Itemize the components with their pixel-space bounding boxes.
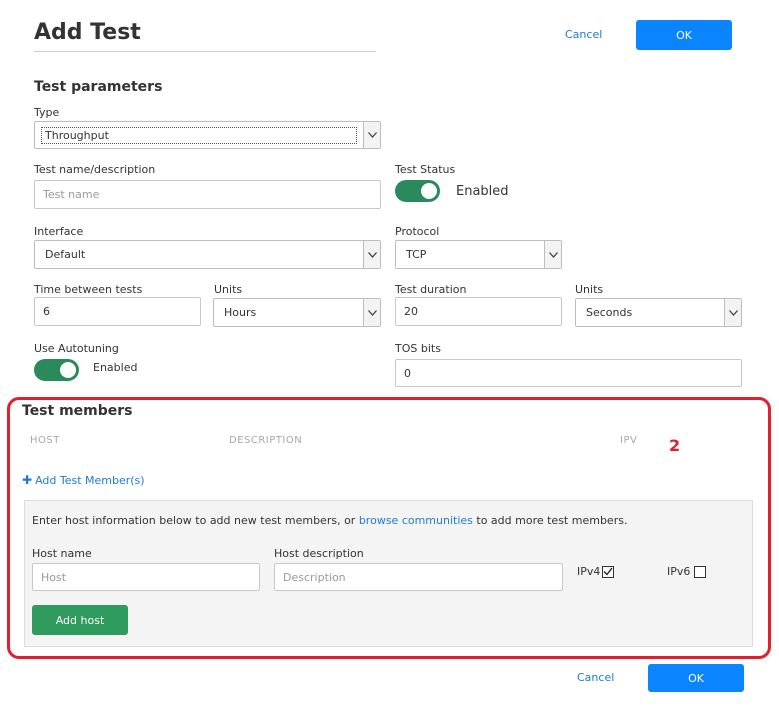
host-name-label: Host name	[32, 547, 92, 560]
add-host-button[interactable]: Add host	[32, 605, 128, 635]
section-title-members: Test members	[22, 403, 133, 419]
protocol-label: Protocol	[395, 225, 440, 238]
units-duration-label: Units	[575, 283, 604, 296]
add-test-member-label: Add Test Member(s)	[35, 473, 145, 487]
info-text-suffix: to add more test members.	[472, 514, 628, 527]
toggle-knob	[421, 183, 437, 199]
toggle-knob	[60, 362, 76, 378]
type-select-value: Throughput	[41, 126, 357, 144]
chevron-down-icon	[544, 241, 561, 268]
units-time-select[interactable]: Hours	[213, 298, 381, 327]
cancel-button-top[interactable]: Cancel	[565, 28, 602, 41]
protocol-select-value: TCP	[406, 248, 427, 261]
ipv6-checkbox[interactable]	[694, 565, 707, 578]
time-between-input[interactable]: 6	[34, 297, 201, 326]
chevron-down-icon	[363, 122, 380, 148]
info-text-prefix: Enter host information below to add new …	[32, 514, 359, 527]
ok-button-bottom[interactable]: OK	[648, 664, 744, 692]
autotuning-toggle[interactable]	[34, 359, 79, 381]
interface-label: Interface	[34, 225, 84, 238]
browse-communities-link[interactable]: browse communities	[359, 514, 473, 527]
title-divider	[34, 51, 376, 52]
chevron-down-icon	[363, 241, 380, 268]
host-description-input[interactable]: Description	[274, 563, 563, 591]
section-title-parameters: Test parameters	[34, 79, 163, 95]
ipv4-checkbox[interactable]	[602, 565, 615, 578]
host-name-input[interactable]: Host	[32, 563, 260, 591]
test-name-label: Test name/description	[34, 163, 156, 176]
cancel-button-bottom[interactable]: Cancel	[577, 671, 614, 684]
column-header-description: DESCRIPTION	[229, 435, 303, 446]
annotation-number: 2	[669, 436, 681, 455]
ok-button-top[interactable]: OK	[636, 20, 732, 50]
chevron-down-icon	[363, 299, 380, 326]
chevron-down-icon	[724, 299, 741, 326]
test-status-label: Test Status	[395, 163, 456, 176]
test-status-value: Enabled	[456, 184, 509, 199]
duration-label: Test duration	[395, 283, 467, 296]
test-status-toggle[interactable]	[395, 180, 440, 202]
tos-label: TOS bits	[395, 342, 441, 355]
ipv4-label: IPv4	[577, 565, 601, 578]
test-name-input[interactable]: Test name	[34, 180, 381, 209]
host-description-label: Host description	[274, 547, 364, 560]
checkmark-icon	[603, 567, 613, 576]
interface-select[interactable]: Default	[34, 240, 381, 269]
plus-icon: ✚	[22, 473, 33, 487]
units-duration-select[interactable]: Seconds	[575, 298, 742, 327]
units-time-label: Units	[214, 283, 243, 296]
units-time-select-value: Hours	[224, 306, 257, 319]
type-select[interactable]: Throughput	[34, 121, 381, 149]
interface-select-value: Default	[45, 248, 86, 261]
add-test-member-link[interactable]: ✚ Add Test Member(s)	[22, 473, 145, 487]
ipv6-label: IPv6	[667, 565, 691, 578]
type-label: Type	[34, 106, 60, 119]
autotuning-label: Use Autotuning	[34, 342, 119, 355]
duration-input[interactable]: 20	[395, 297, 562, 326]
info-text: Enter host information below to add new …	[32, 514, 627, 527]
column-header-ipv: IPV	[620, 435, 638, 446]
protocol-select[interactable]: TCP	[395, 240, 562, 269]
time-between-label: Time between tests	[34, 283, 143, 296]
page-title: Add Test	[34, 20, 141, 45]
column-header-host: HOST	[30, 435, 60, 446]
ipv4-option[interactable]: IPv4	[577, 565, 615, 578]
tos-input[interactable]: 0	[395, 359, 742, 387]
ipv6-option[interactable]: IPv6	[667, 565, 707, 578]
autotuning-value: Enabled	[93, 361, 138, 374]
units-duration-select-value: Seconds	[586, 306, 633, 319]
